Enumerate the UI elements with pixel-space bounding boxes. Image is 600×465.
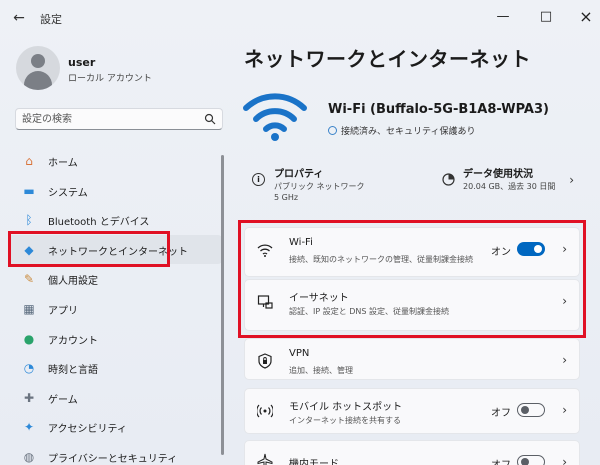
selection-indicator <box>8 242 11 257</box>
sidebar-item-label: ゲーム <box>48 394 78 406</box>
chevron-right-icon[interactable]: › <box>562 455 567 465</box>
search-input[interactable] <box>22 112 202 126</box>
sidebar-nav: ⌂ ホーム ▬ システム ᛒ Bluetooth とデバイス ◆ ネットワークとインターネット… <box>8 146 222 465</box>
network-icon: ◆ <box>24 242 34 257</box>
card-subtitle: 追加、接続、管理 <box>289 366 353 375</box>
data-usage-amount: 20.04 GB、過去 30 日間 <box>463 182 556 191</box>
sidebar-item-label: アプリ <box>48 305 78 317</box>
card-title: イーサネット <box>289 293 349 304</box>
card-subtitle: 接続、既知のネットワークの管理、従量制課金接続 <box>289 255 473 264</box>
gaming-icon: ✚ <box>23 390 35 405</box>
account-type: ローカル アカウント <box>68 74 152 84</box>
network-properties-row: i プロパティ パブリック ネットワーク 5 GHz データ使用状況 20.04… <box>244 159 584 209</box>
time-language-icon: ◔ <box>23 361 35 376</box>
toggle-knob <box>521 458 529 465</box>
sidebar-item-gaming[interactable]: ✚ ゲーム <box>8 383 222 413</box>
airplane-icon <box>257 453 273 465</box>
toggle-switch[interactable] <box>517 455 545 465</box>
sidebar-item-label: Bluetooth とデバイス <box>48 217 150 229</box>
close-icon[interactable]: × <box>572 6 600 28</box>
sidebar-item-account[interactable]: ● アカウント <box>8 324 222 354</box>
bluetooth-icon: ᛒ <box>25 213 33 228</box>
toggle-state-label: オフ <box>491 408 511 419</box>
sidebar-item-personalize[interactable]: ✎ 個人用設定 <box>8 264 222 294</box>
page-title: ネットワークとインターネット <box>244 47 531 71</box>
sidebar-item-home[interactable]: ⌂ ホーム <box>8 146 222 176</box>
privacy-icon: ◍ <box>23 449 35 464</box>
chevron-right-icon[interactable]: › <box>569 173 574 187</box>
chevron-right-icon[interactable]: › <box>562 294 567 308</box>
card-ethernet[interactable]: イーサネット認証、IP 設定と DNS 設定、従量制課金接続 › <box>244 279 580 331</box>
card-vpn-shield[interactable]: VPN 追加、接続、管理 › <box>244 338 580 380</box>
system-icon: ▬ <box>23 183 35 198</box>
back-icon[interactable]: ← <box>8 8 30 28</box>
sidebar-item-label: アカウント <box>48 335 98 347</box>
home-icon: ⌂ <box>25 154 33 168</box>
data-usage-link[interactable]: データ使用状況 <box>463 165 533 180</box>
sidebar-scrollbar[interactable] <box>221 155 224 455</box>
chevron-right-icon[interactable]: › <box>562 403 567 417</box>
avatar-body <box>24 71 52 90</box>
ethernet-icon <box>257 295 273 309</box>
card-title: Wi-Fi <box>289 237 313 248</box>
toggle-state-label: オフ <box>491 456 511 465</box>
title-bar: ← 設定 — □ × <box>0 0 600 36</box>
card-wifi[interactable]: Wi-Fi 接続、既知のネットワークの管理、従量制課金接続 オン › <box>244 227 580 277</box>
avatar-head <box>31 54 45 68</box>
sidebar-item-label: 時刻と言語 <box>48 365 98 377</box>
toggle-switch[interactable] <box>517 242 545 256</box>
sidebar-item-label: システム <box>48 187 88 199</box>
toggle-switch[interactable] <box>517 403 545 417</box>
vpn-shield-icon <box>258 353 272 369</box>
toggle-knob <box>534 245 542 253</box>
account-icon: ● <box>23 331 35 346</box>
globe-icon <box>328 126 337 135</box>
user-name: user <box>68 56 96 69</box>
card-title: モバイル ホットスポット <box>289 402 403 413</box>
sidebar-item-time-language[interactable]: ◔ 時刻と言語 <box>8 353 222 383</box>
network-status-text: 接続済み、セキュリティ保護あり <box>341 127 476 137</box>
card-title: 機内モード <box>289 459 339 465</box>
network-name: Wi-Fi (Buffalo-5G-B1A8-WPA3) <box>328 102 549 117</box>
sidebar-item-network[interactable]: ◆ ネットワークとインターネット <box>8 234 222 265</box>
sidebar-item-label: アクセシビリティ <box>48 424 127 436</box>
sidebar-item-label: 個人用設定 <box>48 276 98 288</box>
chevron-right-icon[interactable]: › <box>562 242 567 256</box>
properties-link[interactable]: プロパティ <box>274 165 323 180</box>
card-title: VPN <box>289 348 310 359</box>
sidebar-item-system[interactable]: ▬ システム <box>8 176 222 206</box>
sidebar-item-label: ホーム <box>48 158 78 169</box>
maximize-icon[interactable]: □ <box>532 6 560 28</box>
card-subtitle: インターネット接続を共有する <box>289 416 401 425</box>
network-band: 5 GHz <box>274 193 299 202</box>
sidebar-item-apps[interactable]: ▦ アプリ <box>8 294 222 324</box>
toggle-state-label: オン <box>491 247 511 258</box>
data-usage-icon <box>442 173 455 186</box>
search-icon[interactable] <box>204 113 216 125</box>
accessibility-icon: ✦ <box>23 420 35 435</box>
sidebar-item-label: プライバシーとセキュリティ <box>48 453 178 465</box>
sidebar-item-label: ネットワークとインターネット <box>48 246 188 258</box>
sidebar-item-privacy[interactable]: ◍ プライバシーとセキュリティ <box>8 442 222 465</box>
chevron-right-icon[interactable]: › <box>562 353 567 367</box>
info-icon: i <box>252 173 265 186</box>
wifi-large-icon <box>243 93 307 141</box>
search-box[interactable] <box>15 108 223 130</box>
card-hotspot[interactable]: モバイル ホットスポット インターネット接続を共有する オフ › <box>244 388 580 434</box>
settings-window: ← 設定 — □ × user ローカル アカウント ⌂ ホーム ▬ システム ᛒ Blu… <box>0 0 600 465</box>
personalize-icon: ✎ <box>23 272 35 287</box>
app-title: 設定 <box>40 13 62 26</box>
toggle-knob <box>521 406 529 414</box>
sidebar-item-accessibility[interactable]: ✦ アクセシビリティ <box>8 412 222 442</box>
apps-icon: ▦ <box>23 301 35 316</box>
card-airplane[interactable]: 機内モード オフ › <box>244 440 580 465</box>
hotspot-icon <box>257 404 273 418</box>
network-status: 接続済み、セキュリティ保護あり <box>328 124 475 137</box>
wifi-icon <box>257 244 273 257</box>
avatar[interactable] <box>16 46 60 90</box>
minimize-icon[interactable]: — <box>489 6 517 28</box>
card-subtitle: 認証、IP 設定と DNS 設定、従量制課金接続 <box>289 307 450 316</box>
network-profile: パブリック ネットワーク <box>274 182 365 191</box>
sidebar-item-bluetooth[interactable]: ᛒ Bluetooth とデバイス <box>8 205 222 235</box>
